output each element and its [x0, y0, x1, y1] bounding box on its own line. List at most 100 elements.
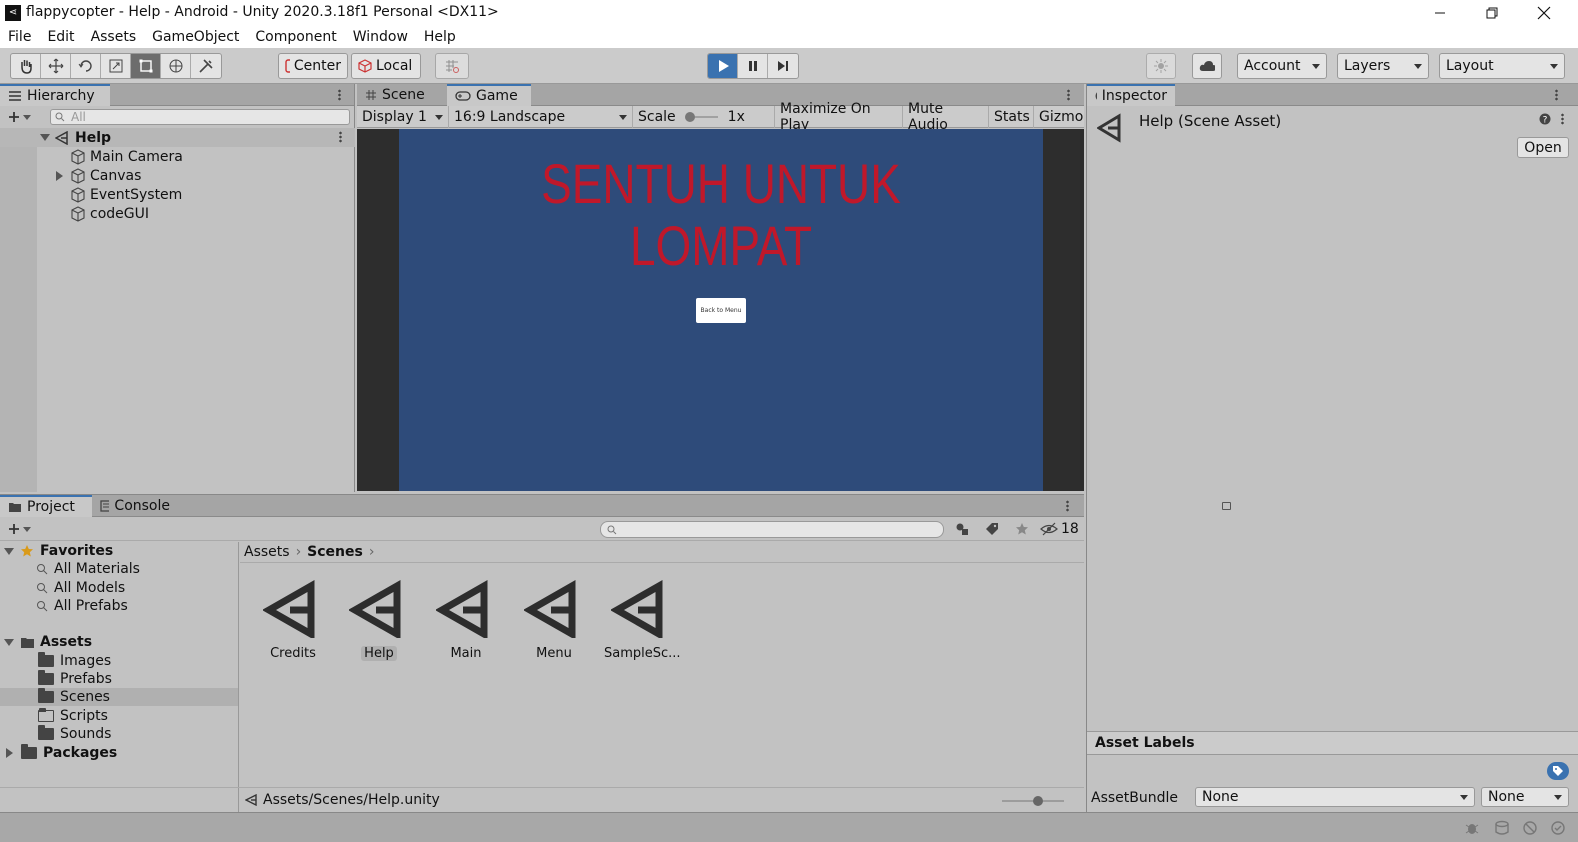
- rotate-tool-button[interactable]: [71, 54, 101, 78]
- selected-asset-path: Assets/Scenes/Help.unity: [245, 792, 440, 808]
- rect-tool-button[interactable]: [131, 54, 161, 78]
- save-search-button[interactable]: [1010, 519, 1034, 539]
- hierarchy-item[interactable]: Canvas: [56, 166, 141, 185]
- scene-asset[interactable]: Credits: [253, 578, 333, 661]
- scene-asset[interactable]: Main: [426, 578, 506, 661]
- tab-console[interactable]: Console: [92, 495, 178, 517]
- search-by-label-button[interactable]: [980, 519, 1004, 539]
- open-button[interactable]: Open: [1517, 137, 1569, 158]
- snap-button[interactable]: [435, 53, 469, 79]
- create-asset-button[interactable]: [8, 523, 31, 535]
- cache-server-icon[interactable]: [1494, 820, 1510, 836]
- hierarchy-item[interactable]: Main Camera: [70, 147, 183, 166]
- scene-asset-selected[interactable]: Help: [339, 578, 419, 661]
- lock-icon[interactable]: [1222, 502, 1231, 510]
- collab-button[interactable]: [1146, 53, 1176, 79]
- favorite-item[interactable]: All Prefabs: [36, 597, 128, 615]
- assetbundle-variant-dropdown[interactable]: None: [1481, 787, 1569, 807]
- bug-icon[interactable]: [1464, 820, 1480, 836]
- tab-scene[interactable]: Scene: [357, 84, 447, 106]
- help-icon[interactable]: ?: [1539, 113, 1551, 125]
- mute-audio-toggle[interactable]: Mute Audio: [903, 101, 989, 133]
- expand-arrow-icon[interactable]: [6, 748, 13, 758]
- hand-tool-button[interactable]: [11, 54, 41, 78]
- transform-tool-button[interactable]: [161, 54, 191, 78]
- scene-asset[interactable]: Menu: [514, 578, 594, 661]
- game-canvas[interactable]: SENTUH UNTUK LOMPAT Back to Menu: [399, 129, 1043, 491]
- pivot-local-button[interactable]: Local: [351, 53, 421, 79]
- expand-arrow-icon[interactable]: [56, 170, 63, 181]
- account-dropdown[interactable]: Account: [1237, 53, 1327, 79]
- auto-generate-lighting-icon[interactable]: [1522, 820, 1538, 836]
- tab-hierarchy[interactable]: Hierarchy: [0, 84, 110, 106]
- pause-button[interactable]: [738, 54, 768, 78]
- pivot-center-button[interactable]: Center: [278, 53, 348, 79]
- move-tool-button[interactable]: [41, 54, 71, 78]
- assets-header[interactable]: Assets: [4, 633, 92, 651]
- folder-item[interactable]: Scripts: [38, 707, 108, 725]
- more-options-icon[interactable]: [1555, 89, 1558, 101]
- menu-file[interactable]: File: [8, 29, 31, 45]
- assetbundle-dropdown[interactable]: None: [1195, 787, 1475, 807]
- folder-item[interactable]: Sounds: [38, 725, 111, 743]
- more-options-icon[interactable]: [338, 89, 341, 101]
- favorite-item[interactable]: All Materials: [36, 560, 140, 578]
- custom-tool-button[interactable]: [191, 54, 221, 78]
- folder-item[interactable]: Images: [38, 652, 111, 670]
- window-title: flappycopter - Help - Android - Unity 20…: [26, 4, 499, 20]
- folder-item[interactable]: Prefabs: [38, 670, 112, 688]
- menu-help[interactable]: Help: [424, 29, 456, 45]
- favorite-item[interactable]: All Models: [36, 579, 125, 597]
- packages-header[interactable]: Packages: [4, 744, 117, 762]
- back-to-menu-button[interactable]: Back to Menu: [696, 298, 746, 323]
- play-button[interactable]: [708, 54, 738, 78]
- breadcrumb-assets[interactable]: Assets: [244, 544, 290, 560]
- scene-asset[interactable]: SampleSc...: [601, 578, 681, 661]
- more-options-icon[interactable]: [1067, 89, 1070, 101]
- minimize-button[interactable]: [1414, 0, 1466, 26]
- hierarchy-item[interactable]: EventSystem: [70, 185, 182, 204]
- scene-options-icon[interactable]: [339, 131, 342, 143]
- hierarchy-item[interactable]: codeGUI: [70, 204, 149, 223]
- scale-slider[interactable]: Scale 1x: [633, 106, 775, 128]
- tab-inspector[interactable]: Inspector: [1087, 84, 1175, 106]
- label-tag-button[interactable]: [1547, 762, 1569, 780]
- collapse-arrow-icon[interactable]: [4, 638, 14, 646]
- menu-gameobject[interactable]: GameObject: [152, 29, 239, 45]
- progress-check-icon[interactable]: [1550, 820, 1566, 836]
- gizmos-toggle[interactable]: Gizmos: [1034, 106, 1084, 128]
- favorites-header[interactable]: Favorites: [4, 542, 113, 560]
- hidden-packages-toggle[interactable]: 18: [1040, 519, 1079, 539]
- restore-button[interactable]: [1466, 0, 1518, 26]
- breadcrumb-scenes[interactable]: Scenes: [307, 544, 363, 560]
- stats-toggle[interactable]: Stats: [989, 106, 1034, 128]
- project-search-input[interactable]: [600, 521, 944, 538]
- more-options-icon[interactable]: [1066, 500, 1069, 512]
- collapse-arrow-icon[interactable]: [40, 134, 50, 141]
- hierarchy-search-input[interactable]: All: [50, 109, 350, 125]
- menu-assets[interactable]: Assets: [91, 29, 137, 45]
- menu-component[interactable]: Component: [255, 29, 336, 45]
- icon-size-slider[interactable]: [1000, 795, 1066, 807]
- maximize-on-play-toggle[interactable]: Maximize On Play: [775, 101, 903, 133]
- asset-labels-header[interactable]: Asset Labels: [1087, 731, 1578, 755]
- scene-row-help[interactable]: Help: [0, 128, 355, 147]
- create-button[interactable]: [8, 111, 31, 123]
- folder-item-selected[interactable]: Scenes: [38, 688, 110, 706]
- display-dropdown[interactable]: Display 1: [357, 106, 449, 128]
- inspector-options-icon[interactable]: [1561, 113, 1564, 125]
- tab-project[interactable]: Project: [0, 495, 92, 517]
- layout-dropdown[interactable]: Layout: [1439, 53, 1565, 79]
- cloud-button[interactable]: [1192, 53, 1222, 79]
- layers-dropdown[interactable]: Layers: [1337, 53, 1429, 79]
- unity-scene-icon: [245, 794, 257, 806]
- tab-game[interactable]: Game: [447, 84, 531, 106]
- menu-window[interactable]: Window: [353, 29, 408, 45]
- scale-tool-button[interactable]: [101, 54, 131, 78]
- collapse-arrow-icon[interactable]: [4, 547, 14, 555]
- aspect-dropdown[interactable]: 16:9 Landscape: [449, 106, 633, 128]
- close-button[interactable]: [1518, 0, 1570, 26]
- menu-edit[interactable]: Edit: [47, 29, 74, 45]
- step-button[interactable]: [768, 54, 798, 78]
- search-by-type-button[interactable]: [950, 519, 974, 539]
